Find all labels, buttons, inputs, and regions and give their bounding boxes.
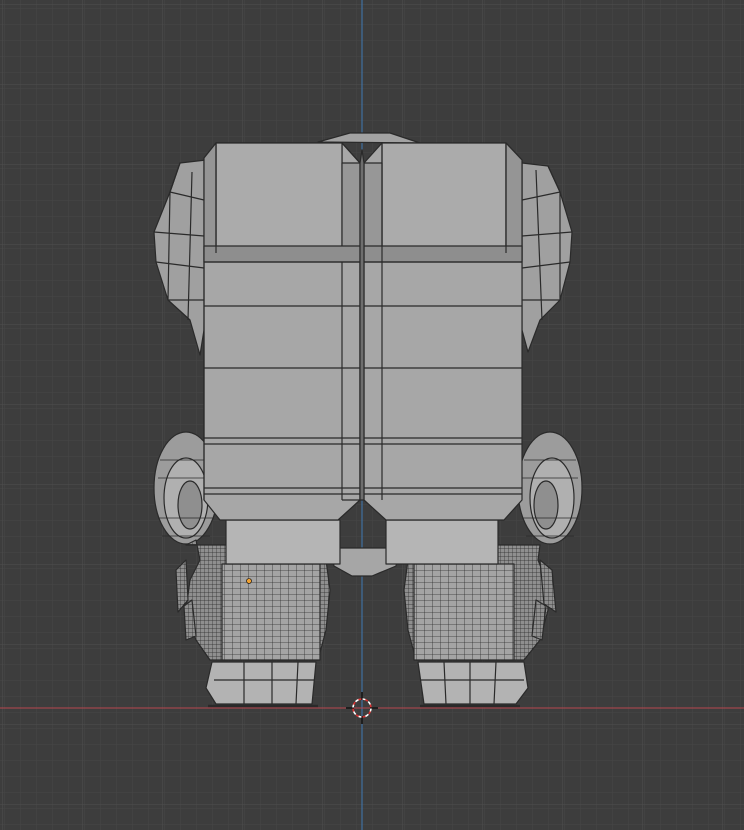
right-foot [417, 661, 529, 705]
object-origin-icon[interactable] [246, 578, 252, 584]
left-hip-plate [225, 519, 341, 565]
torso-seam [359, 149, 365, 501]
3d-viewport[interactable] [0, 0, 744, 830]
torso-right-block [363, 142, 523, 521]
torso-left-block [203, 142, 361, 521]
right-hip-joint [517, 431, 583, 545]
right-hip-plate [385, 519, 499, 565]
left-foot [205, 661, 317, 705]
